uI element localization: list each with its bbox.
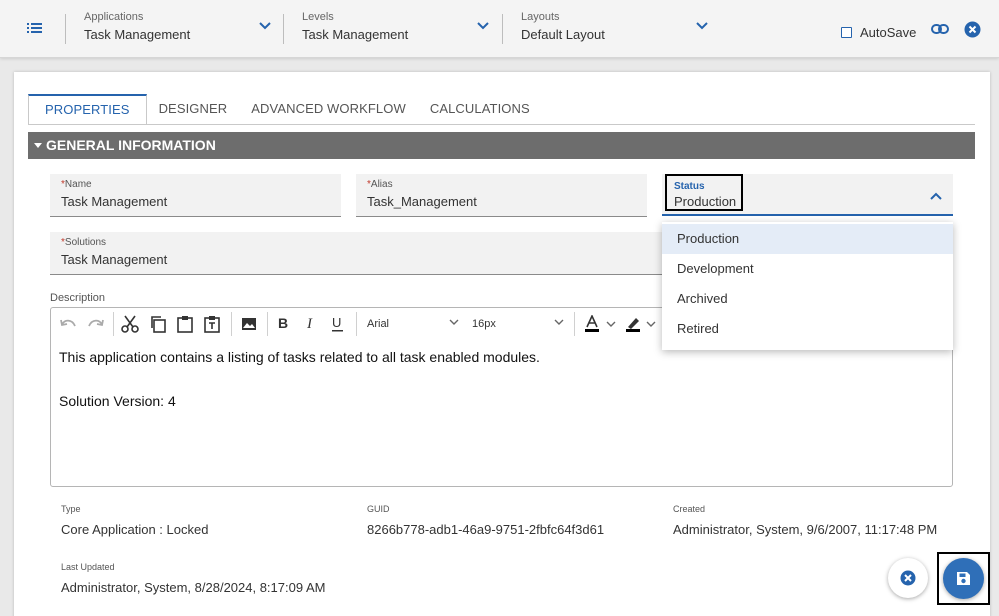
- guid-value: 8266b778-adb1-46a9-9751-2fbfc64f3d61: [367, 522, 605, 537]
- autosave-toggle[interactable]: AutoSave: [841, 25, 916, 40]
- cut-icon[interactable]: [121, 315, 139, 333]
- paste-text-icon[interactable]: [203, 315, 221, 333]
- svg-text:I: I: [306, 316, 313, 331]
- status-option-retired[interactable]: Retired: [662, 314, 953, 344]
- levels-selector[interactable]: Levels Task Management: [302, 11, 492, 47]
- alias-label: Alias: [370, 179, 393, 190]
- status-value: Production: [674, 194, 737, 209]
- svg-text:U: U: [332, 315, 341, 330]
- divider: [65, 14, 66, 44]
- applications-selector[interactable]: Applications Task Management: [84, 11, 274, 47]
- chevron-down-icon: [477, 22, 489, 30]
- chevron-down-icon[interactable]: [646, 315, 656, 333]
- autosave-checkbox[interactable]: [841, 27, 852, 38]
- last-updated-label: Last Updated: [61, 562, 115, 572]
- created-info: Created Administrator, System, 9/6/2007,…: [673, 504, 937, 537]
- font-size-value: 16px: [472, 318, 496, 330]
- solutions-value: Task Management: [61, 252, 168, 267]
- status-select[interactable]: Status Production: [662, 174, 953, 216]
- paste-icon[interactable]: [176, 315, 194, 333]
- description-line: This application contains a listing of t…: [59, 349, 540, 365]
- solutions-label: Solutions: [64, 237, 107, 248]
- levels-value: Task Management: [302, 27, 409, 42]
- highlight-color-icon[interactable]: [624, 315, 642, 333]
- description-label: Description: [50, 292, 106, 304]
- alias-field[interactable]: *Alias Task_Management: [356, 174, 647, 217]
- font-family-value: Arial: [367, 318, 390, 330]
- type-info: Type Core Application : Locked: [61, 504, 208, 537]
- undo-icon[interactable]: [59, 315, 77, 331]
- chevron-down-icon: [449, 319, 459, 325]
- tab-designer[interactable]: DESIGNER: [147, 94, 240, 124]
- close-icon: [900, 570, 916, 586]
- layouts-value: Default Layout: [521, 27, 605, 42]
- bold-icon[interactable]: B: [276, 315, 290, 331]
- description-line: [59, 368, 540, 390]
- chevron-up-icon[interactable]: [930, 192, 942, 200]
- status-option-development[interactable]: Development: [662, 254, 953, 284]
- main-panel: PROPERTIES DESIGNER ADVANCED WORKFLOW CA…: [14, 72, 990, 616]
- top-bar: Applications Task Management Levels Task…: [0, 0, 999, 58]
- italic-icon[interactable]: I: [304, 315, 318, 331]
- created-value: Administrator, System, 9/6/2007, 11:17:4…: [673, 522, 938, 537]
- chevron-down-icon: [554, 319, 564, 325]
- font-size-select[interactable]: 16px: [472, 314, 566, 334]
- alias-value: Task_Management: [367, 194, 477, 209]
- applications-label: Applications: [84, 11, 144, 23]
- editor-toolbar: B I U Arial 16px: [51, 308, 656, 340]
- divider: [502, 14, 503, 44]
- tab-bar: PROPERTIES DESIGNER ADVANCED WORKFLOW CA…: [28, 94, 542, 124]
- underline-icon[interactable]: U: [331, 315, 345, 333]
- save-button[interactable]: [943, 558, 984, 599]
- layouts-label: Layouts: [521, 11, 560, 23]
- status-option-archived[interactable]: Archived: [662, 284, 953, 314]
- general-information-header[interactable]: GENERAL INFORMATION: [28, 132, 975, 159]
- applications-value: Task Management: [84, 27, 191, 42]
- status-highlight: Status Production: [665, 174, 743, 211]
- tab-properties[interactable]: PROPERTIES: [28, 94, 147, 124]
- image-icon[interactable]: [240, 315, 258, 333]
- redo-icon[interactable]: [87, 315, 105, 331]
- section-title: GENERAL INFORMATION: [46, 137, 216, 153]
- chevron-down-icon: [696, 22, 708, 30]
- close-icon[interactable]: [964, 21, 981, 43]
- tab-advanced-workflow[interactable]: ADVANCED WORKFLOW: [239, 94, 418, 124]
- divider: [283, 14, 284, 44]
- caret-down-icon: [34, 143, 42, 148]
- chevron-down-icon[interactable]: [606, 315, 616, 333]
- cancel-button[interactable]: [888, 558, 928, 598]
- tab-underline: [28, 124, 975, 125]
- description-line: Solution Version: 4: [59, 393, 176, 409]
- created-label: Created: [673, 504, 706, 514]
- type-value: Core Application : Locked: [61, 522, 209, 537]
- save-icon: [957, 572, 970, 585]
- last-updated-info: Last Updated Administrator, System, 8/28…: [61, 562, 325, 595]
- name-field[interactable]: *Name Task Management: [50, 174, 341, 217]
- status-option-production[interactable]: Production: [662, 224, 953, 254]
- solutions-field[interactable]: *Solutions Task Management: [50, 232, 662, 275]
- status-dropdown-menu: Production Development Archived Retired: [662, 222, 953, 350]
- guid-info: GUID 8266b778-adb1-46a9-9751-2fbfc64f3d6…: [367, 504, 604, 537]
- description-text[interactable]: This application contains a listing of t…: [59, 346, 540, 412]
- levels-label: Levels: [302, 11, 334, 23]
- name-value: Task Management: [61, 194, 168, 209]
- link-icon[interactable]: [931, 22, 949, 41]
- guid-label: GUID: [367, 504, 390, 514]
- svg-text:B: B: [278, 315, 288, 331]
- list-icon[interactable]: [26, 20, 46, 38]
- layouts-selector[interactable]: Layouts Default Layout: [521, 11, 711, 47]
- name-label: Name: [64, 179, 92, 190]
- chevron-down-icon: [259, 22, 271, 30]
- text-color-icon[interactable]: [583, 315, 601, 333]
- font-family-select[interactable]: Arial: [367, 314, 461, 334]
- status-label: Status: [674, 181, 705, 192]
- type-label: Type: [61, 504, 81, 514]
- tab-calculations[interactable]: CALCULATIONS: [418, 94, 542, 124]
- autosave-label: AutoSave: [860, 25, 917, 40]
- last-updated-value: Administrator, System, 8/28/2024, 8:17:0…: [61, 580, 326, 595]
- save-button-highlight: [937, 552, 990, 605]
- copy-icon[interactable]: [149, 315, 167, 333]
